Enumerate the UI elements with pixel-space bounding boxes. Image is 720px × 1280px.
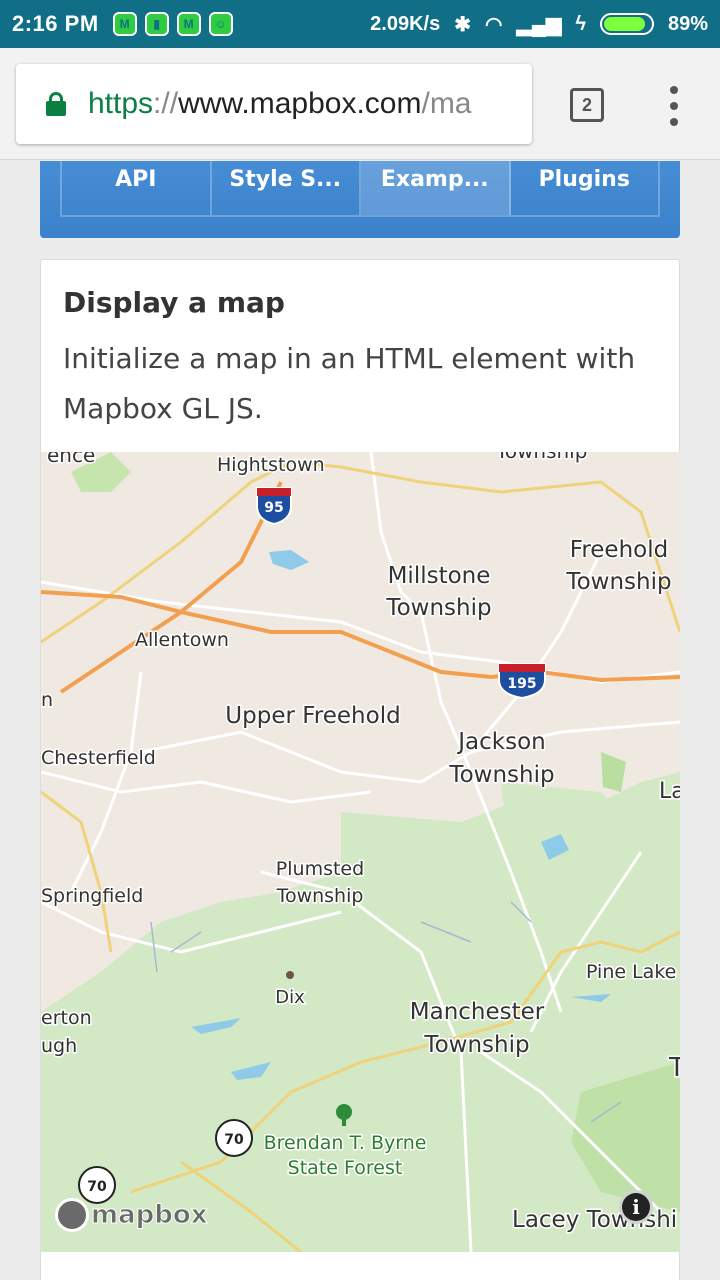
- map-layer: 95 195 70 70 ence Hightstown Freehold To…: [41, 452, 680, 1252]
- notification-sim-icon: ▮: [144, 12, 169, 36]
- map-label: Hightstown: [217, 454, 325, 476]
- i95-label: 95: [264, 500, 283, 516]
- map-label: Township: [448, 762, 554, 788]
- map-label: La: [659, 779, 680, 804]
- tab-label: API: [115, 166, 157, 192]
- mapbox-logo-text: mapbox: [91, 1200, 208, 1231]
- map-label: Millstone: [388, 563, 491, 589]
- map-label: Township: [495, 452, 587, 463]
- i95-shield: 95: [256, 487, 292, 526]
- notification-icons: M ▮ M ☺: [112, 12, 233, 36]
- notification-android-icon: ☺: [208, 12, 233, 36]
- dix-point-icon: [286, 971, 294, 979]
- tab-label: Style S...: [229, 166, 342, 192]
- page-content: API Style S... Examp... Plugins Display …: [0, 161, 720, 1280]
- battery-percent: 89%: [667, 12, 708, 35]
- bluetooth-icon: ✱: [454, 13, 471, 36]
- charging-icon: ϟ: [575, 12, 586, 35]
- url-scheme: https: [88, 87, 154, 120]
- tab-label: Plugins: [538, 166, 630, 192]
- lock-icon: [46, 92, 66, 116]
- tab-style-spec[interactable]: Style S...: [212, 161, 361, 215]
- example-title: Display a map: [63, 286, 285, 319]
- map-label: Plumsted: [276, 858, 364, 880]
- example-description: Initialize a map in an HTML element with…: [63, 342, 636, 425]
- map-label: Allentown: [135, 629, 229, 651]
- status-bar: 2:16 PM M ▮ M ☺ 2.09K/s ✱ ◠ ▂▄▆ ϟ 89%: [0, 0, 720, 48]
- status-right: 2.09K/s ✱ ◠ ▂▄▆ ϟ 89%: [370, 12, 708, 37]
- address-bar[interactable]: https://www.mapbox.com/ma: [16, 64, 532, 144]
- tab-plugins[interactable]: Plugins: [511, 161, 659, 215]
- url-separator: ://: [153, 87, 179, 120]
- map-label: Jackson: [456, 729, 545, 755]
- map-label: T: [668, 1053, 680, 1083]
- map-label: Township: [276, 885, 364, 907]
- example-card: Display a map Initialize a map in an HTM…: [40, 259, 680, 1280]
- rt70-label: 70: [224, 1132, 244, 1148]
- map-label: erton: [41, 1007, 92, 1029]
- map-label: Dix: [275, 987, 305, 1008]
- park-area: [601, 752, 626, 792]
- rt70-shield: 70: [215, 1119, 253, 1157]
- i195-label: 195: [507, 676, 536, 692]
- map-label: n: [41, 689, 53, 711]
- tab-switcher-button[interactable]: 2: [570, 88, 604, 122]
- i195-shield: 195: [498, 663, 546, 700]
- map-label: Springfield: [41, 885, 143, 907]
- signal-icon: ▂▄▆: [516, 13, 562, 36]
- battery-icon: [599, 13, 654, 35]
- status-time: 2:16 PM: [12, 11, 99, 36]
- map-label: ence: [47, 452, 95, 467]
- attribution-info-icon[interactable]: i: [619, 1190, 653, 1224]
- map-label: Upper Freehold: [225, 703, 400, 729]
- map-label: Brendan T. Byrne: [264, 1132, 427, 1154]
- tab-label: Examp...: [380, 166, 489, 192]
- map-label: Township: [423, 1032, 529, 1058]
- docs-nav-tabs: API Style S... Examp... Plugins: [60, 161, 660, 217]
- rt70-label: 70: [87, 1179, 107, 1195]
- tab-api[interactable]: API: [62, 161, 212, 215]
- notification-app-icon: M: [112, 12, 137, 36]
- map-label: ugh: [41, 1035, 77, 1057]
- map-label: Manchester: [410, 999, 545, 1025]
- mapbox-logo[interactable]: mapbox: [55, 1198, 208, 1232]
- map-canvas[interactable]: 95 195 70 70 ence Hightstown Freehold To…: [41, 452, 680, 1252]
- map-label: Chesterfield: [41, 747, 156, 769]
- browser-toolbar: https://www.mapbox.com/ma 2: [0, 48, 720, 160]
- url-path: /ma: [421, 87, 472, 120]
- tab-examples[interactable]: Examp...: [361, 161, 511, 215]
- map-label: Pine Lake: [586, 961, 676, 983]
- map-label: State Forest: [288, 1157, 403, 1179]
- map-label: Freehold: [570, 537, 668, 563]
- wifi-icon: ◠: [484, 13, 503, 36]
- notification-app-icon: M: [176, 12, 201, 36]
- map-label: Township: [385, 595, 491, 621]
- docs-nav: API Style S... Examp... Plugins: [40, 161, 680, 238]
- network-speed: 2.09K/s: [370, 12, 441, 35]
- url-text[interactable]: https://www.mapbox.com/ma: [88, 87, 472, 121]
- overflow-menu-icon[interactable]: [666, 86, 682, 126]
- url-host: www.mapbox.com: [178, 87, 422, 120]
- map-label: Township: [565, 569, 671, 595]
- mapbox-logo-icon: [55, 1198, 89, 1232]
- water-body: [269, 550, 309, 570]
